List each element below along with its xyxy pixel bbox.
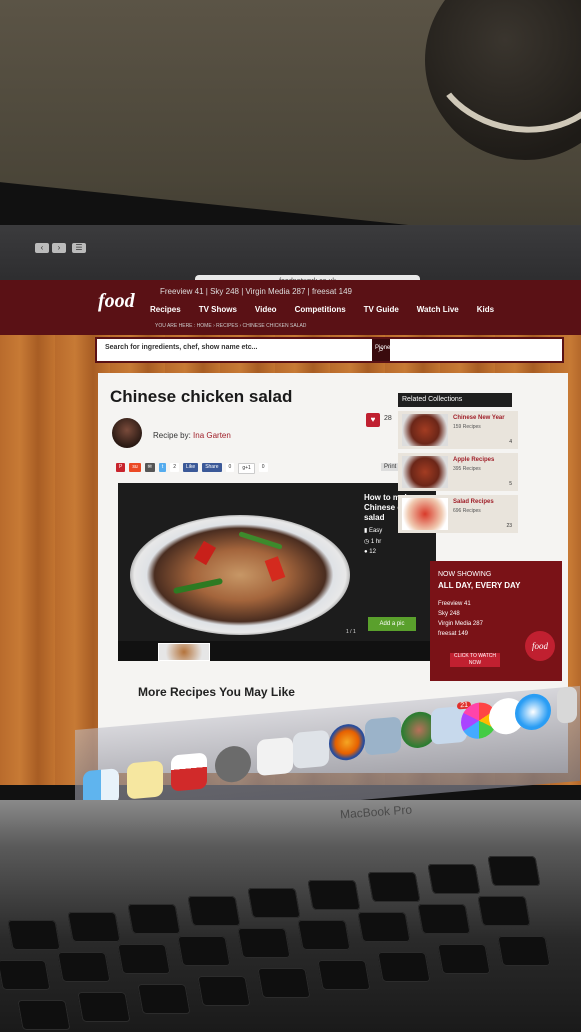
keyboard-key[interactable] <box>137 984 191 1014</box>
stumbleupon-icon[interactable]: su <box>129 463 141 472</box>
keyboard-key[interactable] <box>57 952 111 982</box>
more-recipes-heading: More Recipes You May Like <box>138 685 295 699</box>
nav-video[interactable]: Video <box>255 305 277 314</box>
trash-icon[interactable] <box>557 686 577 724</box>
cook-time: ◷ 1 hr <box>364 539 382 545</box>
chef-avatar[interactable] <box>112 418 142 448</box>
safari-icon[interactable] <box>515 692 551 732</box>
gplus-button[interactable]: g+1 <box>238 463 255 474</box>
keyboard-key[interactable] <box>437 944 491 974</box>
collection-image <box>402 414 448 446</box>
nav-tv-shows[interactable]: TV Shows <box>199 305 237 314</box>
keyboard-key[interactable] <box>427 864 481 894</box>
photo-scene: ‹ › ☰ foodnetwork.co.uk food Freeview 41… <box>0 0 581 1032</box>
back-button[interactable]: ‹ <box>35 243 49 253</box>
keyboard-key[interactable] <box>477 896 531 926</box>
keyboard-key[interactable] <box>417 904 471 934</box>
keyboard-key[interactable] <box>357 912 411 942</box>
system-preferences-icon[interactable] <box>215 744 251 784</box>
collection-image <box>402 456 448 488</box>
related-heading: Related Collections <box>398 393 512 407</box>
keyboard-key[interactable] <box>187 896 241 926</box>
facebook-like-button[interactable]: Like <box>183 463 199 472</box>
chef-link[interactable]: Ina Garten <box>193 431 231 440</box>
thumbnail[interactable] <box>158 643 210 661</box>
channel-list: Freeview 41 Sky 248 Virgin Media 287 fre… <box>438 601 483 637</box>
print-button[interactable]: Print <box>381 463 400 471</box>
on-now-panel: Pioneer Woman Guy's Grocery G... CHANNEL… <box>375 345 541 351</box>
keyboard-key[interactable] <box>317 960 371 990</box>
food-logo: food <box>525 631 555 661</box>
nav-tv-guide[interactable]: TV Guide <box>364 305 399 314</box>
keyboard-key[interactable] <box>0 960 51 990</box>
keyboard-key[interactable] <box>177 936 231 966</box>
recipe-video[interactable]: How to make Chinese chicken salad ▮ Easy… <box>118 483 436 661</box>
keyboard-key[interactable] <box>117 944 171 974</box>
related-collections: Related Collections Chinese New Year 159… <box>398 393 538 533</box>
preview-icon[interactable] <box>293 729 329 769</box>
keyboard-key[interactable] <box>307 880 361 910</box>
clock-icon: ◷ <box>364 539 371 545</box>
keyboard-key[interactable] <box>237 928 291 958</box>
firefox-icon[interactable] <box>329 722 365 762</box>
keyboard-key[interactable] <box>127 904 181 934</box>
photo-booth-icon[interactable] <box>365 716 401 756</box>
site-logo[interactable]: food <box>98 290 135 313</box>
collection-image <box>402 498 448 530</box>
keyboard-key[interactable] <box>197 976 251 1006</box>
keyboard-key[interactable] <box>247 888 301 918</box>
channel-guide-link[interactable]: CHANNEL GUIDE <box>491 345 540 351</box>
nav-kids[interactable]: Kids <box>477 305 494 314</box>
recipe-title: Chinese chicken salad <box>110 387 293 406</box>
document-icon[interactable] <box>257 736 293 777</box>
servings: ● 12 <box>364 549 376 555</box>
pinterest-icon[interactable]: P <box>116 463 126 472</box>
keyboard-key[interactable] <box>7 920 61 950</box>
pager: 1 / 1 <box>346 629 356 635</box>
nav-recipes[interactable]: Recipes <box>150 305 181 314</box>
on-now-show[interactable]: Pioneer Woman <box>375 345 418 351</box>
recipe-by: Recipe by: Ina Garten <box>153 431 231 440</box>
save-count: 28 <box>384 415 392 422</box>
keyboard-key[interactable] <box>497 936 551 966</box>
keyboard-key[interactable] <box>77 992 131 1022</box>
share-row: P su ✉ t 2 Like Share 0 g+1 0 <box>116 463 268 474</box>
channel-numbers: Freeview 41 | Sky 248 | Virgin Media 287… <box>160 287 352 296</box>
thumbnail-strip <box>118 641 436 661</box>
collection-item[interactable]: Apple Recipes 395 Recipes 5 <box>398 453 518 491</box>
keyboard <box>0 850 581 1032</box>
heart-icon[interactable]: ♥ <box>366 413 380 427</box>
keyboard-key[interactable] <box>377 952 431 982</box>
collection-item[interactable]: Chinese New Year 159 Recipes 4 <box>398 411 518 449</box>
popcorn-icon[interactable] <box>171 752 207 792</box>
nav-watch-live[interactable]: Watch Live <box>417 305 459 314</box>
keyboard-key[interactable] <box>367 872 421 902</box>
twitter-icon[interactable]: t <box>158 463 167 472</box>
forward-button[interactable]: › <box>52 243 66 253</box>
gplus-count: 0 <box>258 463 268 472</box>
keyboard-key[interactable] <box>67 912 121 942</box>
keyboard-key[interactable] <box>297 920 351 950</box>
nav-competitions[interactable]: Competitions <box>295 305 346 314</box>
breadcrumb: YOU ARE HERE : HOME › RECIPES › CHINESE … <box>155 323 307 329</box>
search-input[interactable]: Search for ingredients, chef, show name … <box>105 344 258 351</box>
collection-item[interactable]: Salad Recipes 696 Recipes 23 <box>398 495 518 533</box>
facebook-share-button[interactable]: Share <box>202 463 222 472</box>
reader-button[interactable]: ☰ <box>72 243 86 253</box>
facebook-share-count: 0 <box>225 463 235 472</box>
now-showing-ad[interactable]: NOW SHOWING ALL DAY, EVERY DAY Freeview … <box>430 561 562 681</box>
keyboard-key[interactable] <box>487 856 541 886</box>
notes-icon[interactable] <box>127 760 163 800</box>
email-icon[interactable]: ✉ <box>144 463 155 472</box>
keyboard-key[interactable] <box>257 968 311 998</box>
add-pic-button[interactable]: Add a pic <box>368 617 416 631</box>
share-count: 2 <box>170 463 179 472</box>
keyboard-key[interactable] <box>17 1000 71 1030</box>
up-next-show[interactable]: Guy's Grocery G... <box>430 345 480 351</box>
main-nav: Recipes TV Shows Video Competitions TV G… <box>150 305 494 314</box>
recipe-by-label: Recipe by: <box>153 431 191 440</box>
watch-now-button[interactable]: CLICK TO WATCH NOW <box>450 653 500 667</box>
